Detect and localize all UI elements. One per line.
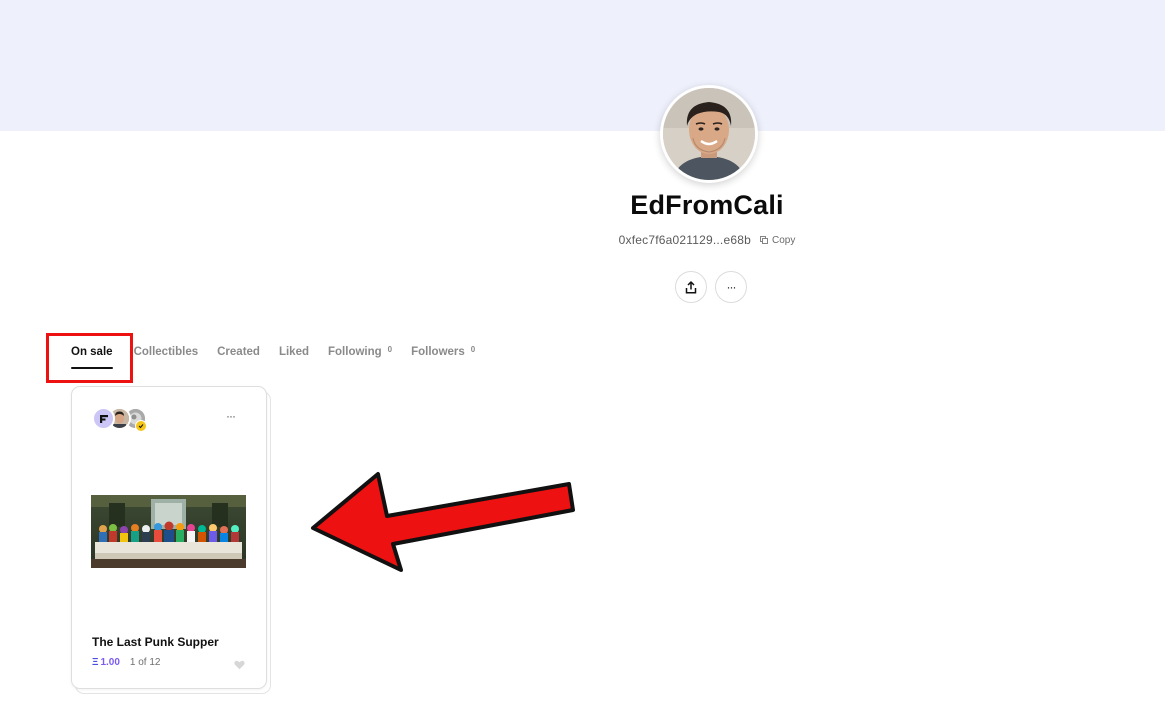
tab-label: Following: [328, 346, 382, 358]
tab-label: Followers: [411, 346, 465, 358]
eth-icon: Ξ: [92, 657, 99, 668]
tab-label: Collectibles: [133, 346, 199, 358]
tab-created[interactable]: Created: [217, 346, 260, 358]
following-count: 0: [387, 345, 393, 354]
nft-title[interactable]: The Last Punk Supper: [92, 635, 219, 649]
tab-liked[interactable]: Liked: [279, 346, 309, 358]
tab-following[interactable]: Following 0: [328, 345, 393, 358]
card-owners: [92, 407, 147, 430]
nft-card[interactable]: ··· The Last Punk Supper Ξ 1.00 1 of 12: [71, 386, 267, 689]
nft-price: Ξ 1.00: [92, 657, 120, 668]
collection-logo-icon: [99, 414, 108, 423]
card-more-options-button[interactable]: ···: [226, 409, 236, 423]
cover-banner: [0, 0, 1165, 131]
profile-page: EdFromCali 0xfec7f6a021129...e68b Copy ·…: [0, 0, 1165, 721]
tab-label: Created: [217, 346, 260, 358]
heart-icon[interactable]: [234, 657, 245, 675]
more-options-icon: ···: [726, 280, 737, 294]
highlight-annotation-box: [46, 333, 133, 383]
price-row: Ξ 1.00 1 of 12: [92, 657, 161, 668]
verified-badge-icon: [135, 420, 147, 432]
copy-icon: [760, 236, 768, 244]
share-icon: [685, 280, 697, 294]
share-button[interactable]: [675, 271, 707, 303]
tab-collectibles[interactable]: Collectibles: [134, 346, 199, 358]
wallet-address: 0xfec7f6a021129...e68b: [618, 233, 751, 247]
copy-label: Copy: [771, 234, 796, 246]
edition-count: 1 of 12: [129, 657, 161, 668]
tab-followers[interactable]: Followers 0: [411, 345, 476, 358]
tab-label: Liked: [278, 346, 309, 358]
profile-username: EdFromCali: [630, 190, 784, 220]
copy-address-button[interactable]: Copy: [760, 235, 795, 246]
profile-avatar: [660, 85, 758, 183]
wallet-address-row: 0xfec7f6a021129...e68b Copy: [557, 233, 857, 247]
creator-avatar[interactable]: [92, 407, 115, 430]
red-arrow-annotation: [311, 472, 575, 572]
more-options-button[interactable]: ···: [715, 271, 747, 303]
profile-tabs: On sale Collectibles Created Liked Follo…: [71, 345, 494, 369]
price-amount: 1.00: [100, 657, 120, 668]
nft-artwork-image[interactable]: [91, 495, 246, 568]
followers-count: 0: [470, 345, 476, 354]
